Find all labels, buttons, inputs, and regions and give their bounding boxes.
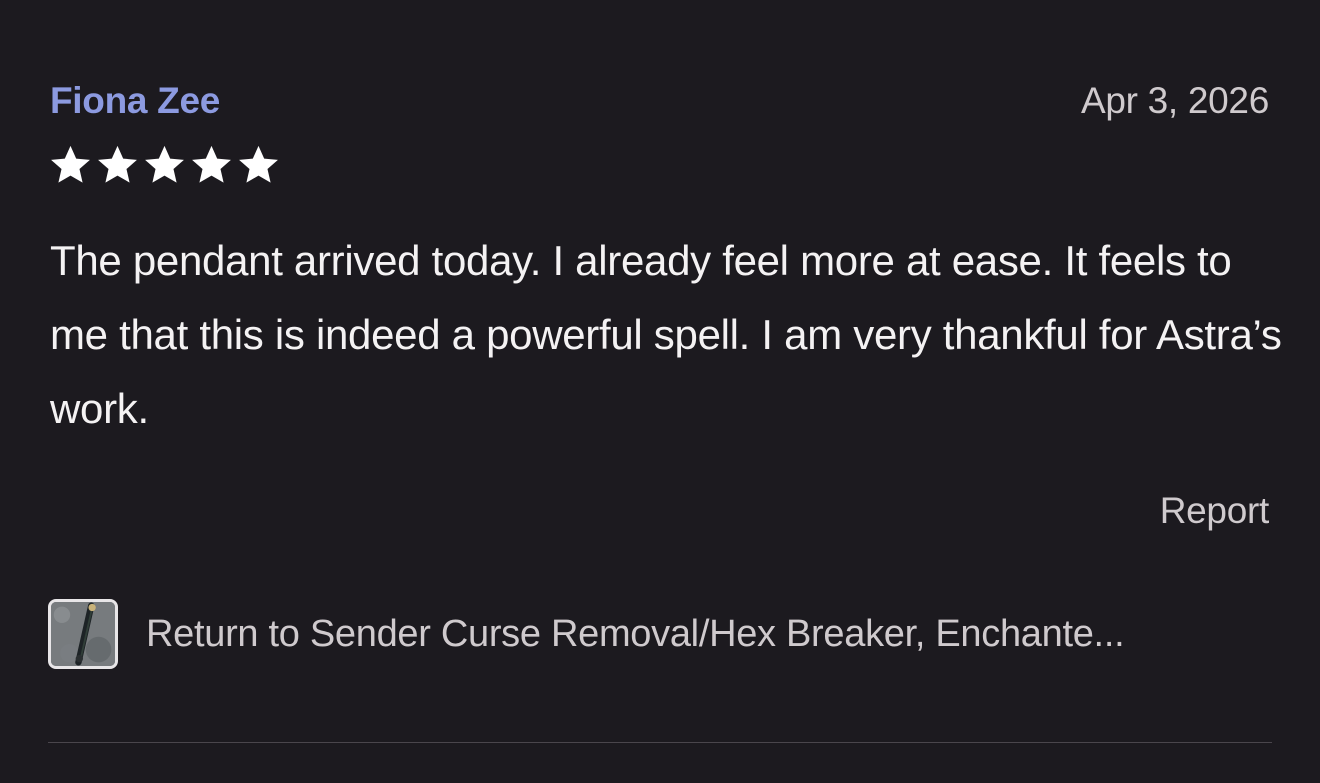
- review-text: The pendant arrived today. I already fee…: [50, 237, 1282, 432]
- report-button[interactable]: Report: [1160, 490, 1270, 532]
- star-icon: [142, 143, 187, 187]
- star-rating: [48, 143, 281, 187]
- divider: [48, 742, 1272, 743]
- reviewer-name-link[interactable]: Fiona Zee: [50, 80, 220, 122]
- product-link[interactable]: Return to Sender Curse Removal/Hex Break…: [48, 596, 1272, 672]
- star-icon: [236, 143, 281, 187]
- pendant-photo-thumbnail-icon[interactable]: [48, 599, 118, 669]
- star-icon: [189, 143, 234, 187]
- review-date: Apr 3, 2026: [1080, 80, 1269, 121]
- star-icon: [48, 143, 93, 187]
- product-title[interactable]: Return to Sender Curse Removal/Hex Break…: [146, 613, 1272, 656]
- star-icon: [95, 143, 140, 187]
- review-card: Fiona Zee Apr 3, 2026 The pendant arrive…: [0, 0, 1320, 783]
